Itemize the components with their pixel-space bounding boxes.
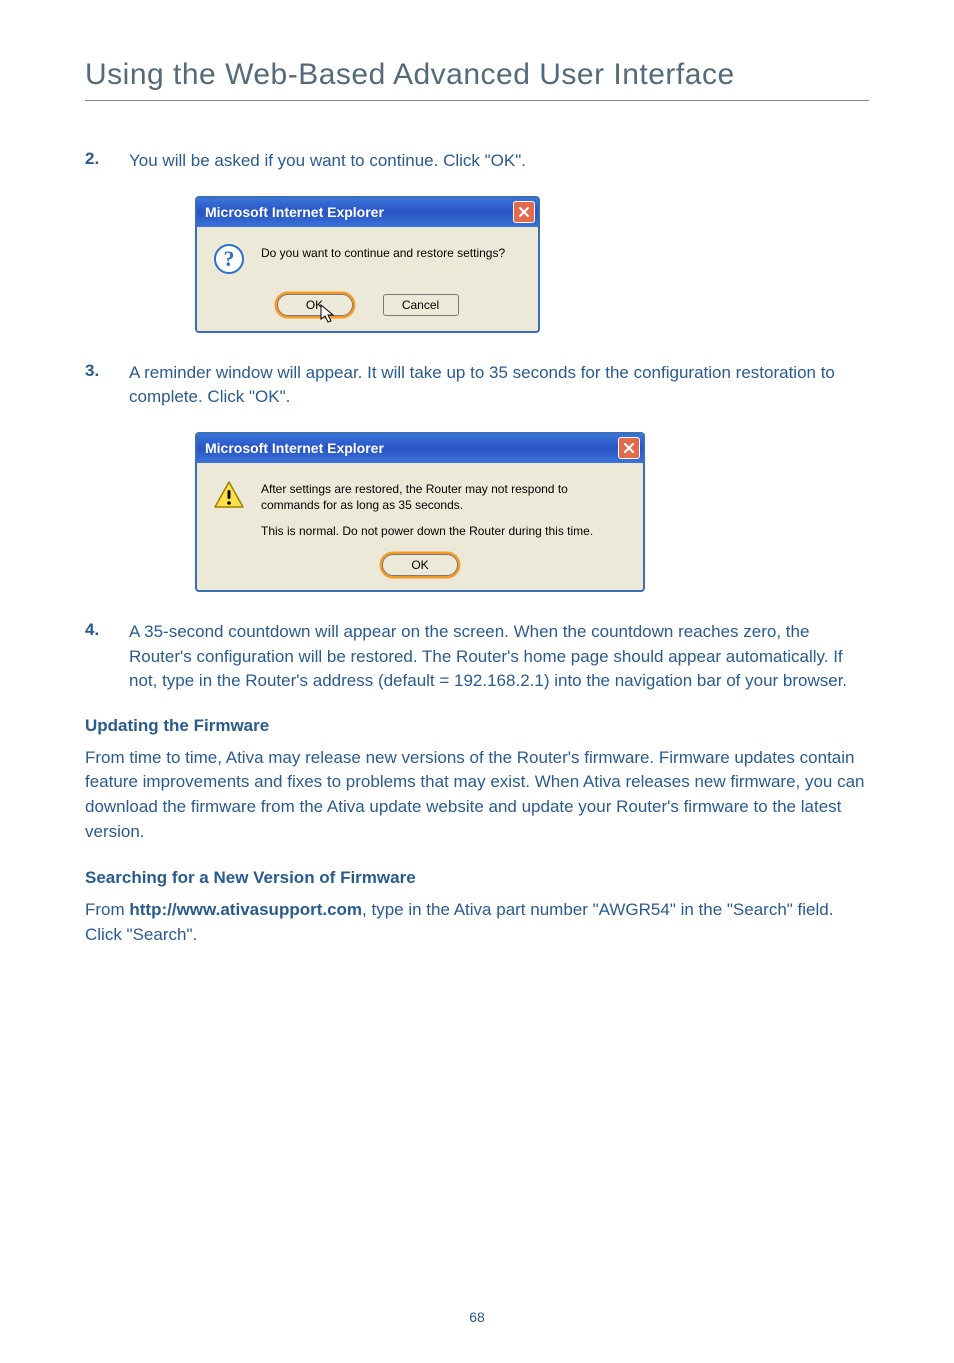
close-icon[interactable] xyxy=(618,437,640,459)
searching-firmware-body: From http://www.ativasupport.com, type i… xyxy=(85,898,869,947)
page-number: 68 xyxy=(0,1309,954,1325)
question-icon: ? xyxy=(213,243,245,278)
step-4-text: A 35-second countdown will appear on the… xyxy=(129,620,869,694)
dialog-message-line2: This is normal. Do not power down the Ro… xyxy=(261,524,627,538)
dialog-titlebar: Microsoft Internet Explorer xyxy=(197,198,538,227)
step-2-text: You will be asked if you want to continu… xyxy=(129,149,526,174)
updating-firmware-body: From time to time, Ativa may release new… xyxy=(85,746,869,845)
dialog-title: Microsoft Internet Explorer xyxy=(205,204,384,220)
dialog-title: Microsoft Internet Explorer xyxy=(205,440,384,456)
step-4: 4. A 35-second countdown will appear on … xyxy=(85,620,869,694)
dialog-titlebar: Microsoft Internet Explorer xyxy=(197,434,643,463)
ok-button[interactable]: OK xyxy=(382,554,458,576)
ok-button[interactable]: OK xyxy=(277,294,353,316)
updating-firmware-heading: Updating the Firmware xyxy=(85,716,869,736)
search-prefix: From xyxy=(85,900,129,919)
step-3: 3. A reminder window will appear. It wil… xyxy=(85,361,869,410)
cursor-icon xyxy=(320,304,336,327)
title-divider xyxy=(85,100,869,101)
step-2: 2. You will be asked if you want to cont… xyxy=(85,149,869,174)
close-icon[interactable] xyxy=(513,201,535,223)
warning-icon xyxy=(213,479,245,514)
step-3-text: A reminder window will appear. It will t… xyxy=(129,361,869,410)
step-4-number: 4. xyxy=(85,620,103,694)
step-2-number: 2. xyxy=(85,149,103,174)
cancel-button[interactable]: Cancel xyxy=(383,294,459,316)
dialog-continue-restore: Microsoft Internet Explorer ? Do you wan… xyxy=(195,196,869,333)
svg-text:?: ? xyxy=(224,246,235,271)
ativa-support-link[interactable]: http://www.ativasupport.com xyxy=(129,900,362,919)
dialog-message-line1: After settings are restored, the Router … xyxy=(261,481,627,513)
dialog-restore-wait: Microsoft Internet Explorer After settin… xyxy=(195,432,869,592)
step-3-number: 3. xyxy=(85,361,103,410)
page-title: Using the Web-Based Advanced User Interf… xyxy=(85,58,869,92)
searching-firmware-heading: Searching for a New Version of Firmware xyxy=(85,868,869,888)
dialog-message: Do you want to continue and restore sett… xyxy=(261,245,522,261)
